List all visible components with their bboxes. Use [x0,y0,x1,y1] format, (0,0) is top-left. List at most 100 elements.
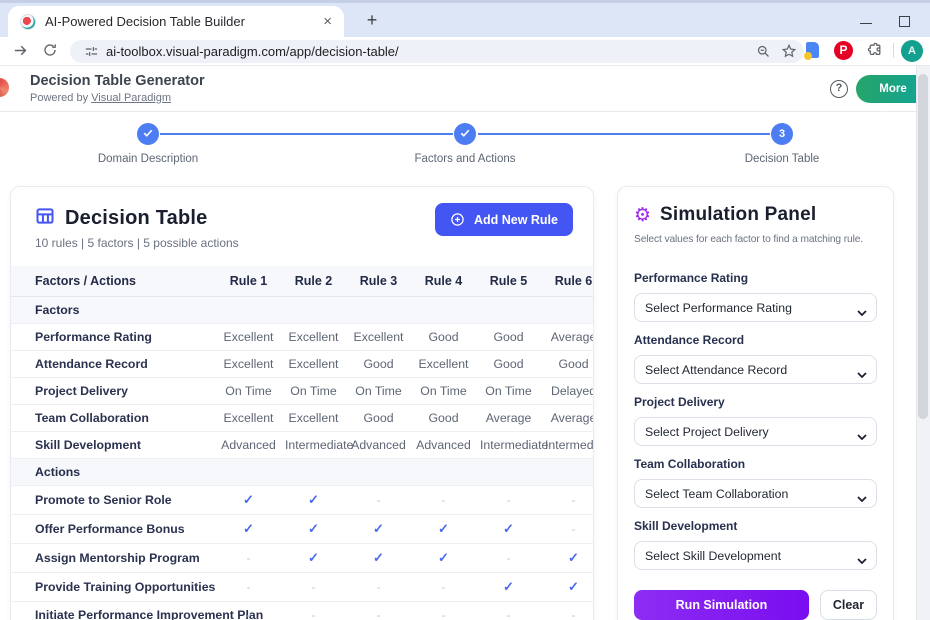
action-empty-cell[interactable]: - [281,573,346,602]
browser-tab[interactable]: AI-Powered Decision Table Builder × [8,6,344,37]
factor-value-cell[interactable]: On Time [281,378,346,405]
sim-select-attendance-record[interactable]: Select Attendance Record [634,355,877,384]
action-empty-cell[interactable]: - [281,602,346,620]
action-check-cell[interactable]: ✓ [411,544,476,573]
window-maximize-button[interactable] [899,16,910,27]
rule-column-header: Rule 6 [541,266,594,297]
action-empty-cell[interactable]: - [476,544,541,573]
factor-value-cell[interactable]: Good [541,351,594,378]
factor-value-cell[interactable]: Advanced [216,432,281,459]
factor-value-cell[interactable]: Advanced [346,432,411,459]
factor-value-cell[interactable]: Excellent [346,324,411,351]
step-1-circle[interactable] [137,123,159,145]
action-check-cell[interactable]: ✓ [281,486,346,515]
factor-value-cell[interactable]: Average [476,405,541,432]
window-minimize-button[interactable] [860,23,872,24]
action-empty-cell[interactable]: - [216,573,281,602]
factor-value-cell[interactable]: Average [541,405,594,432]
action-empty-cell[interactable]: - [346,573,411,602]
factor-value-cell[interactable]: Good [476,324,541,351]
step-1-label: Domain Description [98,153,198,165]
sim-select-project-delivery[interactable]: Select Project Delivery [634,417,877,446]
decision-table-title: Decision Table [65,207,207,230]
action-check-cell[interactable]: ✓ [346,544,411,573]
factor-value-cell[interactable]: Excellent [281,351,346,378]
factor-value-cell[interactable]: Good [346,351,411,378]
action-row: Provide Training Opportunities----✓✓ [11,573,594,602]
new-tab-button[interactable]: + [360,9,384,33]
sim-select-skill-development[interactable]: Select Skill Development [634,541,877,570]
action-check-cell[interactable]: ✓ [216,486,281,515]
factor-value-cell[interactable]: Intermediate [541,432,594,459]
action-check-cell[interactable]: ✓ [281,544,346,573]
circle-plus-icon [450,212,465,227]
forward-icon[interactable] [12,42,30,60]
factor-value-cell[interactable]: On Time [216,378,281,405]
visual-paradigm-link[interactable]: Visual Paradigm [91,92,171,104]
factor-value-cell[interactable]: Excellent [411,351,476,378]
run-simulation-button[interactable]: Run Simulation [634,590,809,620]
step-2-circle[interactable] [454,123,476,145]
action-check-cell[interactable]: ✓ [541,544,594,573]
action-empty-cell[interactable]: - [476,486,541,515]
step-3-circle[interactable]: 3 [771,123,793,145]
action-empty-cell[interactable]: - [541,602,594,620]
factor-value-cell[interactable]: Good [411,324,476,351]
factor-value-cell[interactable]: Good [476,351,541,378]
page-scrollbar-thumb[interactable] [918,74,928,419]
sim-select-team-collaboration[interactable]: Select Team Collaboration [634,479,877,508]
action-empty-cell[interactable]: - [411,486,476,515]
sim-select-performance-rating[interactable]: Select Performance Rating [634,293,877,322]
action-empty-cell[interactable]: - [346,486,411,515]
factor-value-cell[interactable]: Delayed [541,378,594,405]
help-icon[interactable]: ? [830,80,848,98]
factor-value-cell[interactable]: Excellent [216,324,281,351]
action-check-cell[interactable]: ✓ [346,515,411,544]
factor-value-cell[interactable]: Intermediate [476,432,541,459]
tab-close-icon[interactable]: × [323,14,332,29]
gear-icon: ⚙ [634,204,651,226]
bookmark-star-icon[interactable] [781,43,797,64]
factor-value-cell[interactable]: Excellent [281,324,346,351]
action-empty-cell[interactable]: - [411,573,476,602]
extensions-puzzle-icon[interactable] [866,42,883,64]
factor-value-cell[interactable]: On Time [476,378,541,405]
tab-favicon-icon [20,14,36,30]
action-empty-cell[interactable]: - [541,486,594,515]
action-empty-cell[interactable]: - [346,602,411,620]
zoom-out-icon[interactable] [756,44,771,64]
factor-value-cell[interactable]: On Time [346,378,411,405]
factor-value-cell[interactable]: Excellent [216,351,281,378]
action-check-cell[interactable]: ✓ [476,515,541,544]
action-check-cell[interactable]: ✓ [411,515,476,544]
factor-value-cell[interactable]: Good [346,405,411,432]
action-check-cell[interactable]: ✓ [541,573,594,602]
action-check-cell[interactable]: ✓ [476,573,541,602]
action-check-cell[interactable]: ✓ [216,515,281,544]
add-new-rule-button[interactable]: Add New Rule [435,203,573,236]
factor-value-cell[interactable]: Average [541,324,594,351]
factor-value-cell[interactable]: Excellent [216,405,281,432]
pinterest-extension-icon[interactable]: P [834,41,853,60]
powered-by-prefix: Powered by [30,92,91,104]
action-row: Assign Mentorship Program-✓✓✓-✓ [11,544,594,573]
factor-value-cell[interactable]: Excellent [281,405,346,432]
factor-name: Project Delivery [11,378,216,405]
app-header: Decision Table Generator Powered by Visu… [0,66,930,112]
site-settings-icon[interactable] [84,44,99,64]
step-3-number: 3 [779,128,785,140]
factor-value-cell[interactable]: On Time [411,378,476,405]
action-empty-cell[interactable]: - [411,602,476,620]
factor-value-cell[interactable]: Good [411,405,476,432]
action-empty-cell[interactable]: - [541,515,594,544]
reload-icon[interactable] [42,42,60,60]
clear-button[interactable]: Clear [820,590,877,620]
url-text[interactable]: ai-toolbox.visual-paradigm.com/app/decis… [106,40,399,63]
factor-value-cell[interactable]: Intermediate [281,432,346,459]
browser-profile-avatar[interactable]: A [901,40,923,62]
action-empty-cell[interactable]: - [476,602,541,620]
extension-docs-icon[interactable] [806,42,819,58]
action-check-cell[interactable]: ✓ [281,515,346,544]
factor-value-cell[interactable]: Advanced [411,432,476,459]
action-empty-cell[interactable]: - [216,544,281,573]
